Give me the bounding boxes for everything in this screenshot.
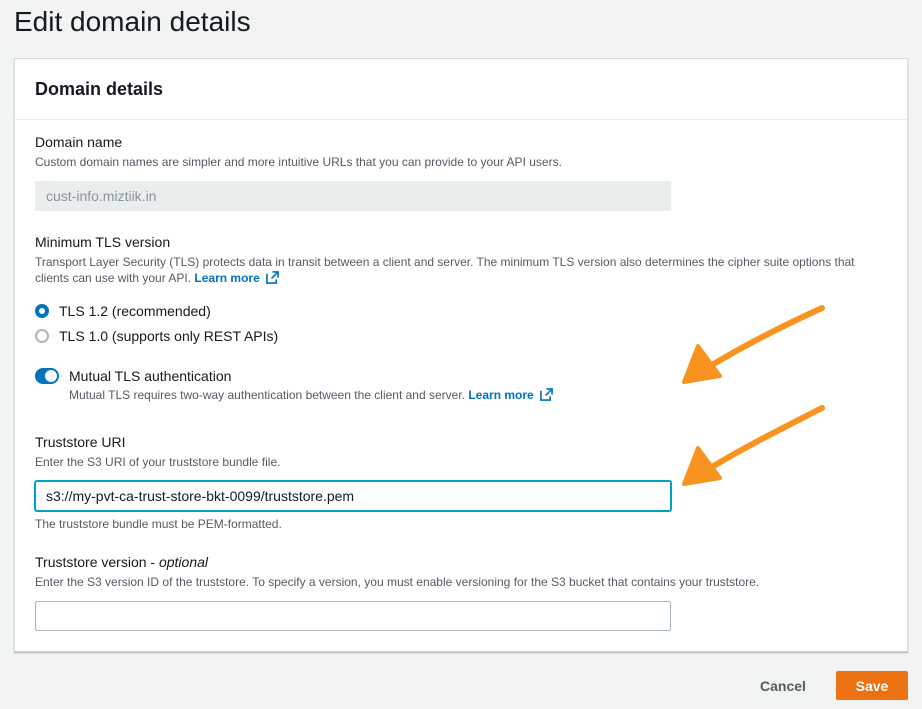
truststore-version-field: Truststore version - optional Enter the … bbox=[35, 552, 759, 590]
truststore-uri-input[interactable]: s3://my-pvt-ca-trust-store-bkt-0099/trus… bbox=[35, 481, 671, 511]
radio-button-checked[interactable] bbox=[35, 304, 49, 318]
tls-description: Transport Layer Security (TLS) protects … bbox=[35, 254, 895, 286]
radio-button[interactable] bbox=[35, 329, 49, 343]
truststore-uri-label: Truststore URI bbox=[35, 434, 126, 450]
tls-label: Minimum TLS version bbox=[35, 234, 171, 250]
panel-title: Domain details bbox=[35, 79, 164, 99]
radio-tls-1-2-label: TLS 1.2 (recommended) bbox=[59, 303, 211, 319]
mutual-tls-toggle-row[interactable]: Mutual TLS authentication bbox=[35, 366, 231, 386]
truststore-uri-description: Enter the S3 URI of your truststore bund… bbox=[35, 455, 281, 469]
tls-learn-more-link[interactable]: Learn more bbox=[194, 271, 259, 285]
mutual-tls-description: Mutual TLS requires two-way authenticati… bbox=[69, 388, 465, 402]
tls-field: Minimum TLS version Transport Layer Secu… bbox=[35, 232, 895, 286]
optional-tag: optional bbox=[158, 554, 209, 570]
tls-description-line2: clients can use with your API. bbox=[35, 271, 192, 285]
mutual-tls-learn-more-link[interactable]: Learn more bbox=[468, 388, 533, 402]
save-button[interactable]: Save bbox=[836, 671, 908, 700]
mutual-tls-toggle[interactable] bbox=[35, 368, 59, 384]
mutual-tls-label: Mutual TLS authentication bbox=[69, 368, 232, 384]
truststore-version-label: Truststore version bbox=[35, 554, 147, 570]
external-link-icon[interactable] bbox=[266, 271, 280, 284]
truststore-version-label-row: Truststore version - optional bbox=[35, 554, 209, 570]
arrow-icon bbox=[682, 405, 825, 486]
arrow-icon bbox=[682, 305, 825, 384]
cancel-button[interactable]: Cancel bbox=[748, 672, 818, 700]
truststore-uri-field: Truststore URI Enter the S3 URI of your … bbox=[35, 432, 280, 470]
radio-tls-1-0[interactable]: TLS 1.0 (supports only REST APIs) bbox=[35, 326, 278, 346]
truststore-version-input[interactable] bbox=[35, 601, 671, 631]
mutual-tls-description-row: Mutual TLS requires two-way authenticati… bbox=[69, 387, 553, 403]
radio-tls-1-2[interactable]: TLS 1.2 (recommended) bbox=[35, 301, 211, 321]
tls-description-line1: Transport Layer Security (TLS) protects … bbox=[35, 255, 855, 269]
radio-tls-1-0-label: TLS 1.0 (supports only REST APIs) bbox=[59, 328, 279, 344]
domain-name-field: Domain name Custom domain names are simp… bbox=[35, 132, 562, 170]
domain-name-description: Custom domain names are simpler and more… bbox=[35, 155, 562, 169]
panel-header: Domain details bbox=[15, 59, 907, 120]
external-link-icon[interactable] bbox=[540, 388, 553, 401]
page-title: Edit domain details bbox=[14, 6, 251, 37]
truststore-version-description: Enter the S3 version ID of the truststor… bbox=[35, 575, 760, 589]
truststore-uri-hint: The truststore bundle must be PEM-format… bbox=[35, 517, 282, 531]
domain-name-input: cust-info.miztiik.in bbox=[35, 181, 671, 211]
tls-description-line2-row: clients can use with your API. Learn mor… bbox=[35, 270, 895, 286]
domain-name-label: Domain name bbox=[35, 134, 123, 150]
